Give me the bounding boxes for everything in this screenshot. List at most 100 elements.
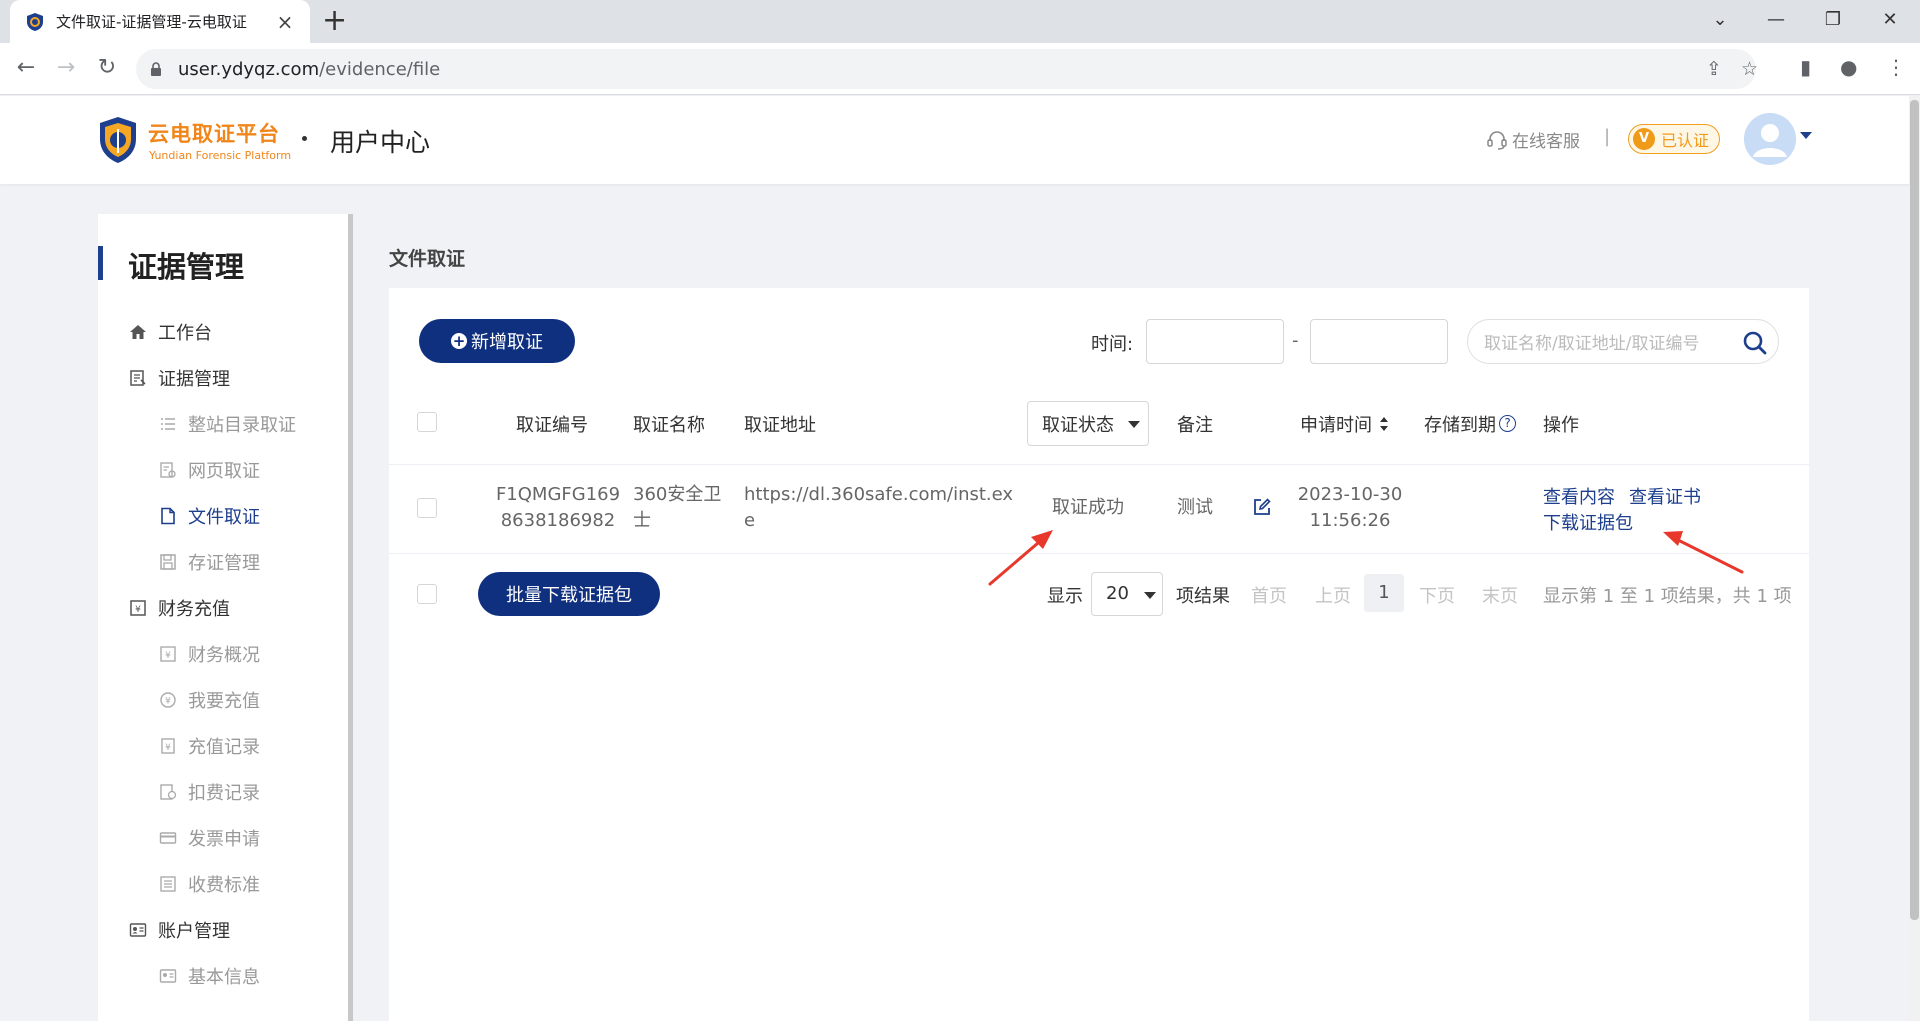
brand-logo-icon[interactable] (98, 115, 138, 165)
search-icon[interactable] (1742, 330, 1768, 356)
sidebar-title-accent (98, 246, 103, 280)
sidebar-item-evidence[interactable]: 证据管理 (128, 363, 230, 393)
sidebar-item-deduction-record[interactable]: 扣费记录 (158, 777, 260, 807)
bookmark-star-icon[interactable]: ☆ (1741, 58, 1758, 80)
sidebar-item-account[interactable]: 账户管理 (128, 915, 230, 945)
sidebar-item-label: 存证管理 (188, 553, 260, 574)
window-close-icon[interactable]: ✕ (1860, 3, 1920, 37)
sidebar-item-recharge[interactable]: ¥ 我要充值 (158, 685, 260, 715)
forward-icon[interactable]: → (52, 55, 80, 81)
view-certificate-link[interactable]: 查看证书 (1629, 483, 1701, 509)
sidebar-item-finance-overview[interactable]: ¥ 财务概况 (158, 639, 260, 669)
headset-icon (1487, 130, 1507, 150)
address-bar[interactable]: user.ydyqz.com/evidence/file ⇪ ☆ (136, 49, 1758, 89)
reload-icon[interactable]: ↻ (93, 55, 121, 81)
sidebar-item-label: 充值记录 (188, 737, 260, 758)
table-header-divider (389, 464, 1809, 465)
restore-icon[interactable]: ❐ (1803, 3, 1863, 37)
site-favicon-icon (27, 12, 43, 31)
cell-address-line: https://dl.360safe.com/inst.ex (744, 484, 1014, 505)
sidebar-scrollbar[interactable] (348, 214, 353, 1021)
sidebar-item-file[interactable]: 文件取证 (158, 501, 260, 531)
current-page[interactable]: 1 (1364, 574, 1404, 612)
sort-icon[interactable] (1379, 416, 1389, 432)
view-content-link[interactable]: 查看内容 (1543, 483, 1615, 509)
search-input[interactable]: 取证名称/取证地址/取证编号 (1467, 319, 1779, 364)
online-service-link[interactable]: 在线客服 (1486, 127, 1580, 152)
sidebar-item-storage[interactable]: 存证管理 (158, 547, 260, 577)
brand-name: 云电取证平台 (148, 122, 280, 146)
menu-kebab-icon[interactable]: ⋮ (1886, 55, 1906, 79)
profile-icon[interactable]: ● (1840, 55, 1857, 79)
prev-page-link[interactable]: 上页 (1315, 582, 1351, 608)
finance-icon: ¥ (128, 598, 148, 618)
tab-close-icon[interactable]: × (274, 10, 296, 34)
row-checkbox[interactable] (417, 498, 437, 518)
avatar[interactable] (1744, 113, 1796, 165)
sidebar-item-label: 收费标准 (188, 875, 260, 896)
sidebar-item-workbench[interactable]: 工作台 (128, 317, 212, 347)
avatar-dropdown-icon[interactable] (1800, 132, 1812, 139)
search-placeholder: 取证名称/取证地址/取证编号 (1484, 334, 1700, 354)
minimize-icon[interactable]: — (1746, 3, 1806, 37)
cell-evidence-address: https://dl.360safe.com/inst.ex e (744, 482, 1013, 534)
sidebar-item-basic-info[interactable]: 基本信息 (158, 961, 260, 991)
sidebar-item-pricing[interactable]: 收费标准 (158, 869, 260, 899)
sidebar-item-label: 财务概况 (188, 645, 260, 666)
sidebar-item-label: 我要充值 (188, 691, 260, 712)
first-page-link[interactable]: 首页 (1251, 582, 1287, 608)
help-icon[interactable]: ? (1499, 415, 1516, 432)
sidebar-item-recharge-record[interactable]: ¥ 充值记录 (158, 731, 260, 761)
page-size-select[interactable]: 20 (1091, 572, 1163, 616)
start-date-input[interactable] (1146, 319, 1284, 364)
column-header-note: 备注 (1177, 415, 1213, 436)
sidebar-item-label: 证据管理 (158, 369, 230, 390)
svg-text:¥: ¥ (165, 651, 171, 661)
footer-select-all-checkbox[interactable] (417, 584, 437, 604)
sidebar-item-label: 扣费记录 (188, 783, 260, 804)
column-header-apply-time[interactable]: 申请时间 (1300, 411, 1372, 437)
avatar-user-icon (1744, 113, 1796, 165)
tab-title: 文件取证-证据管理-云电取证 (56, 13, 247, 31)
profile-icon (158, 966, 178, 986)
sidebar-item-site-directory[interactable]: 整站目录取证 (158, 409, 296, 439)
side-panel-icon[interactable]: ▮ (1800, 55, 1811, 79)
site-header: 云电取证平台 Yundian Forensic Platform 用户中心 在线… (0, 96, 1920, 184)
add-evidence-button[interactable]: + 新增取证 (419, 319, 575, 363)
browser-tab[interactable]: 文件取证-证据管理-云电取证 × (10, 0, 310, 43)
download-evidence-link[interactable]: 下载证据包 (1543, 509, 1633, 535)
page-scrollbar-thumb[interactable] (1910, 100, 1919, 920)
new-tab-button[interactable]: + (322, 4, 347, 38)
batch-download-button[interactable]: 批量下载证据包 (478, 572, 660, 616)
user-center-title: 用户中心 (330, 128, 431, 157)
cell-apply-time: 2023-10-30 11:56:26 (1295, 482, 1405, 534)
next-page-link[interactable]: 下页 (1419, 582, 1455, 608)
sidebar-item-label: 发票申请 (188, 829, 260, 850)
status-filter-select[interactable]: 取证状态 (1027, 401, 1149, 446)
browser-tab-bar: 文件取证-证据管理-云电取证 × + ⌄ — ❐ ✕ (0, 0, 1920, 43)
sidebar-item-label: 整站目录取证 (188, 415, 296, 436)
share-icon[interactable]: ⇪ (1706, 58, 1722, 80)
cell-status: 取证成功 (1052, 497, 1124, 518)
tab-search-chevron-icon[interactable]: ⌄ (1690, 3, 1750, 37)
sidebar-item-invoice[interactable]: 发票申请 (158, 823, 260, 853)
deduct-icon (158, 782, 178, 802)
time-label: 时间: (1091, 334, 1134, 355)
back-icon[interactable]: ← (12, 55, 40, 81)
pricing-icon (158, 874, 178, 894)
svg-text:¥: ¥ (165, 697, 171, 707)
edit-icon[interactable] (1252, 497, 1272, 517)
browser-toolbar: ← → ↻ user.ydyqz.com/evidence/file ⇪ ☆ ▮… (0, 43, 1920, 95)
status-filter-label: 取证状态 (1042, 414, 1114, 436)
end-date-input[interactable] (1310, 319, 1448, 364)
sidebar-item-finance[interactable]: ¥ 财务充值 (128, 593, 230, 623)
select-all-checkbox[interactable] (417, 412, 437, 432)
file-icon (158, 506, 178, 526)
evidence-icon (128, 368, 148, 388)
sidebar-item-label: 基本信息 (188, 967, 260, 988)
plus-circle-icon: + (451, 332, 467, 350)
sidebar-item-webpage[interactable]: 网页取证 (158, 455, 260, 485)
verified-badge[interactable]: V 已认证 (1628, 124, 1721, 154)
date-separator: - (1292, 330, 1299, 351)
last-page-link[interactable]: 末页 (1482, 582, 1518, 608)
